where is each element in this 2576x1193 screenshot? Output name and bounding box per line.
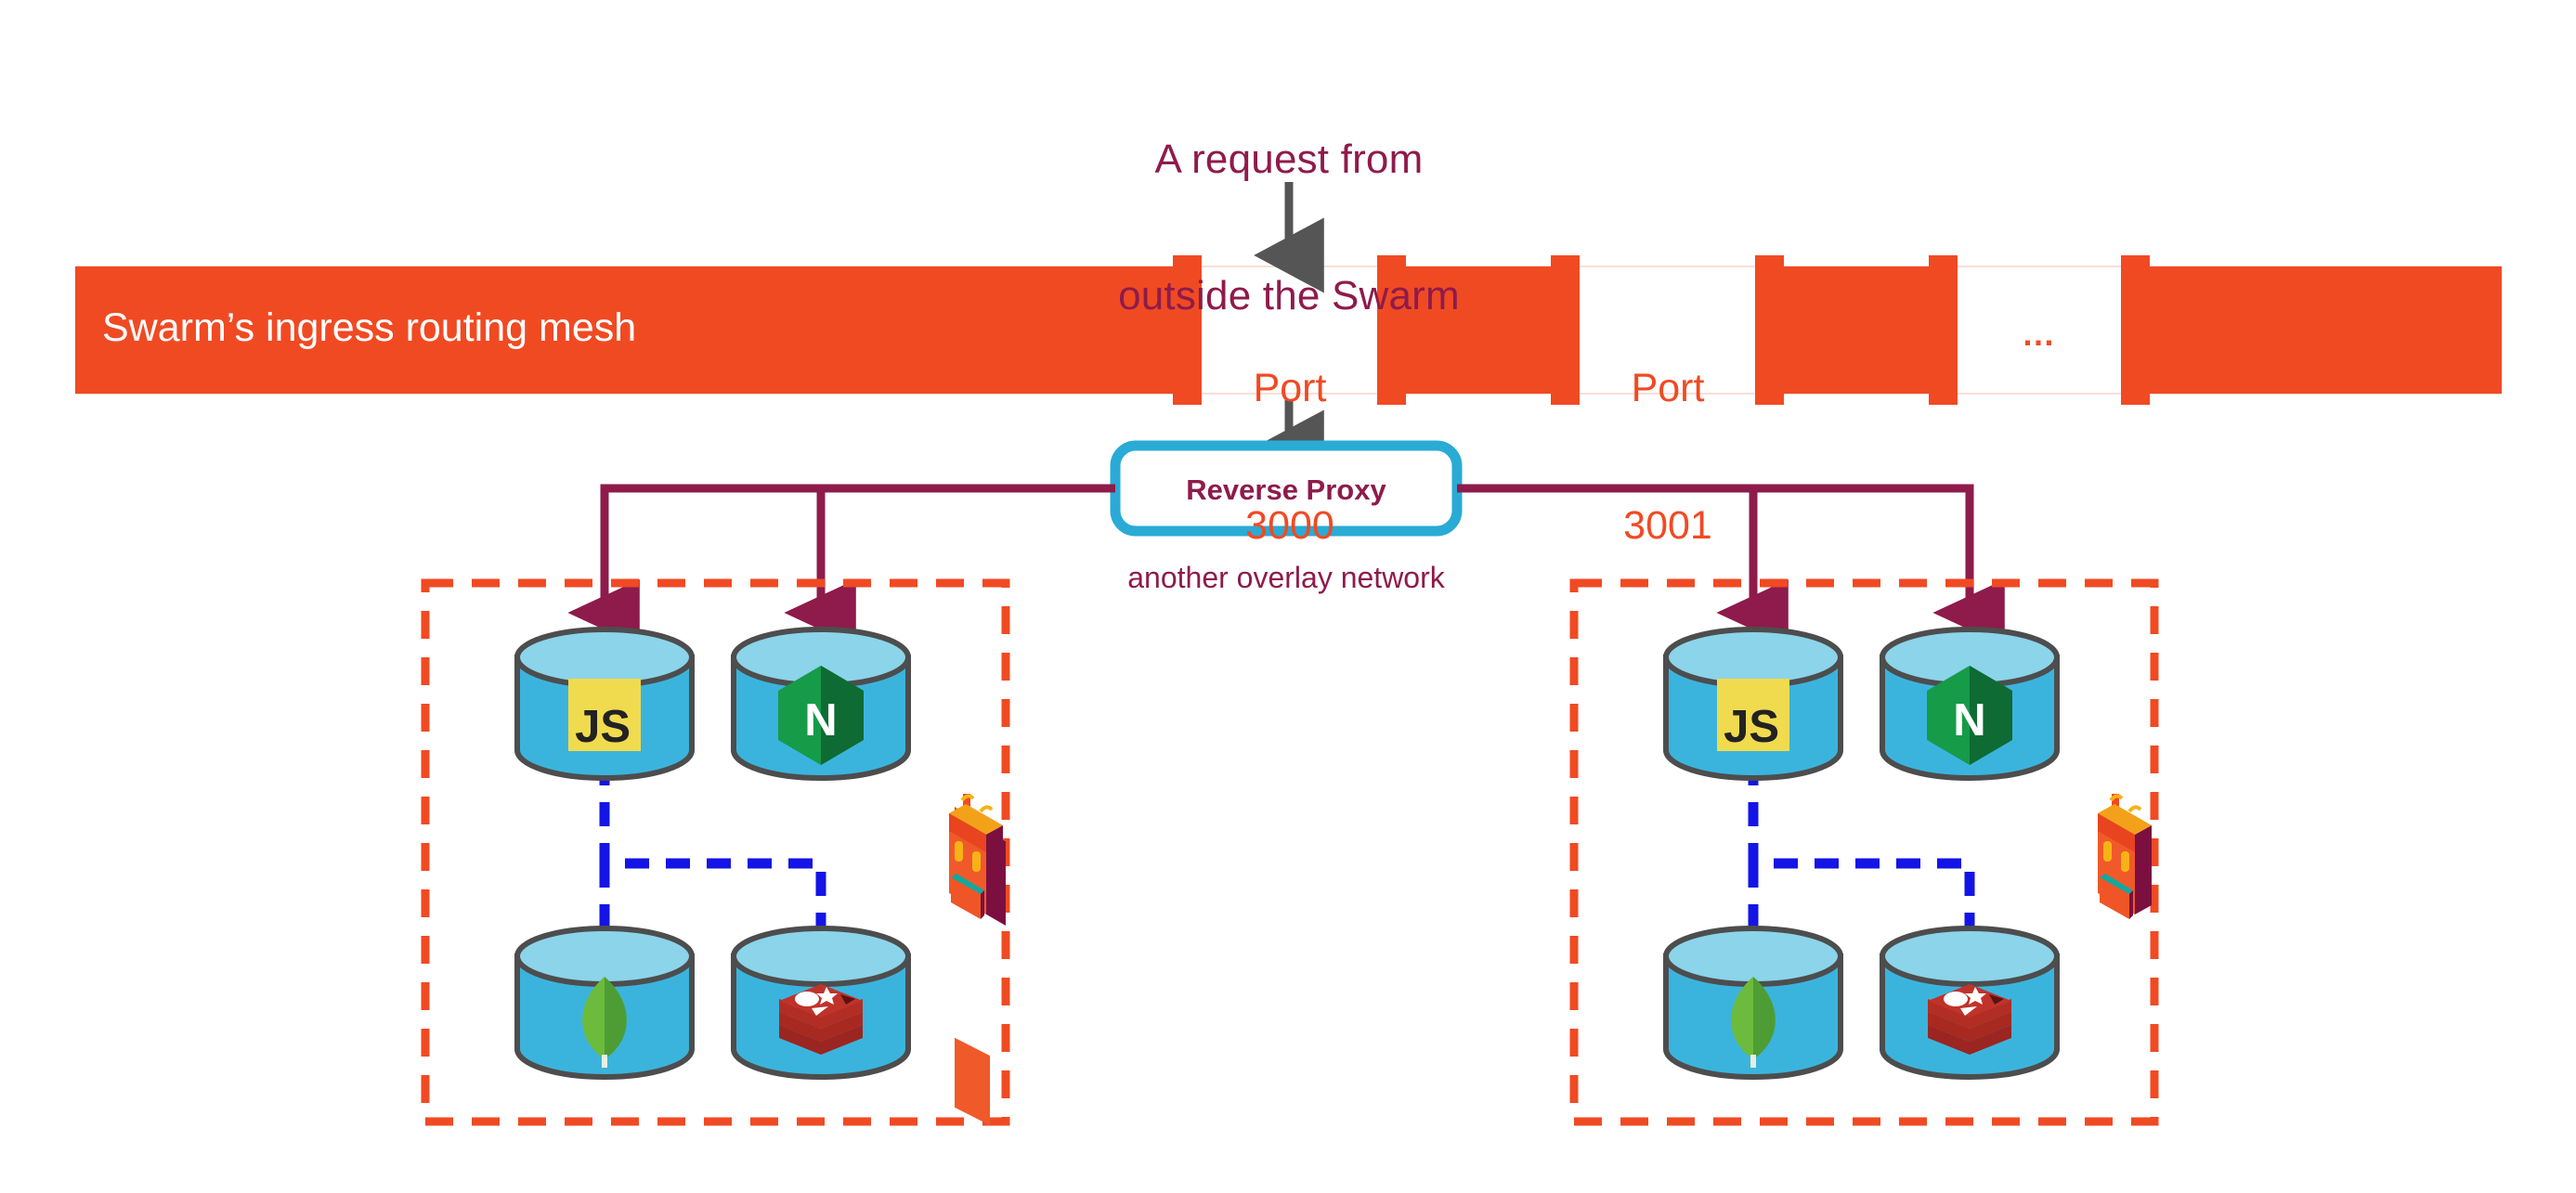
diagram-canvas: JS N JS N A request from outside the Swa… <box>0 0 2576 1193</box>
js-icon: JS <box>568 679 641 752</box>
stack-left-service-redis[interactable] <box>731 926 911 1080</box>
port-3000-line-1: Port <box>1253 365 1327 410</box>
stack-left-service-nodejs[interactable]: JS <box>514 627 695 781</box>
port-ellipsis-label: … <box>2022 315 2057 353</box>
stack-left-service-mongodb[interactable] <box>514 926 695 1080</box>
svg-text:N: N <box>804 695 837 746</box>
port-3000-line-2: 3000 <box>1245 503 1334 549</box>
stack-right-service-mongodb[interactable] <box>1663 926 1843 1080</box>
stack-right-service-nodejs[interactable]: JS <box>1663 627 1843 781</box>
stack-left-backpack-icon <box>949 794 1006 1126</box>
stack-right-backpack-icon <box>2098 794 2152 919</box>
stack-left-overlay-links <box>599 761 826 930</box>
overlay-network-label: another overlay network <box>1127 561 1445 594</box>
page-title-line-1: A request from <box>1154 136 1424 182</box>
svg-text:JS: JS <box>1724 702 1779 752</box>
stack-right-overlay-links <box>1748 761 1975 930</box>
stack-left-service-nginx[interactable]: N <box>731 627 911 781</box>
port-3001-line-1: Port <box>1631 365 1705 410</box>
stack-right-service-nginx[interactable]: N <box>1880 627 2060 781</box>
stack-right-service-redis[interactable] <box>1880 926 2060 1080</box>
ingress-routing-mesh-label: Swarm’s ingress routing mesh <box>102 305 637 350</box>
svg-text:N: N <box>1953 695 1985 746</box>
reverse-proxy-label: Reverse Proxy <box>1186 473 1386 506</box>
js-icon: JS <box>1717 679 1789 752</box>
port-3001-label: Port 3001 <box>1580 274 1756 642</box>
stack-left-boundary <box>421 578 1010 1126</box>
svg-text:JS: JS <box>575 702 631 752</box>
port-3001-line-2: 3001 <box>1623 503 1712 549</box>
stack-right-boundary <box>1569 578 2159 1126</box>
